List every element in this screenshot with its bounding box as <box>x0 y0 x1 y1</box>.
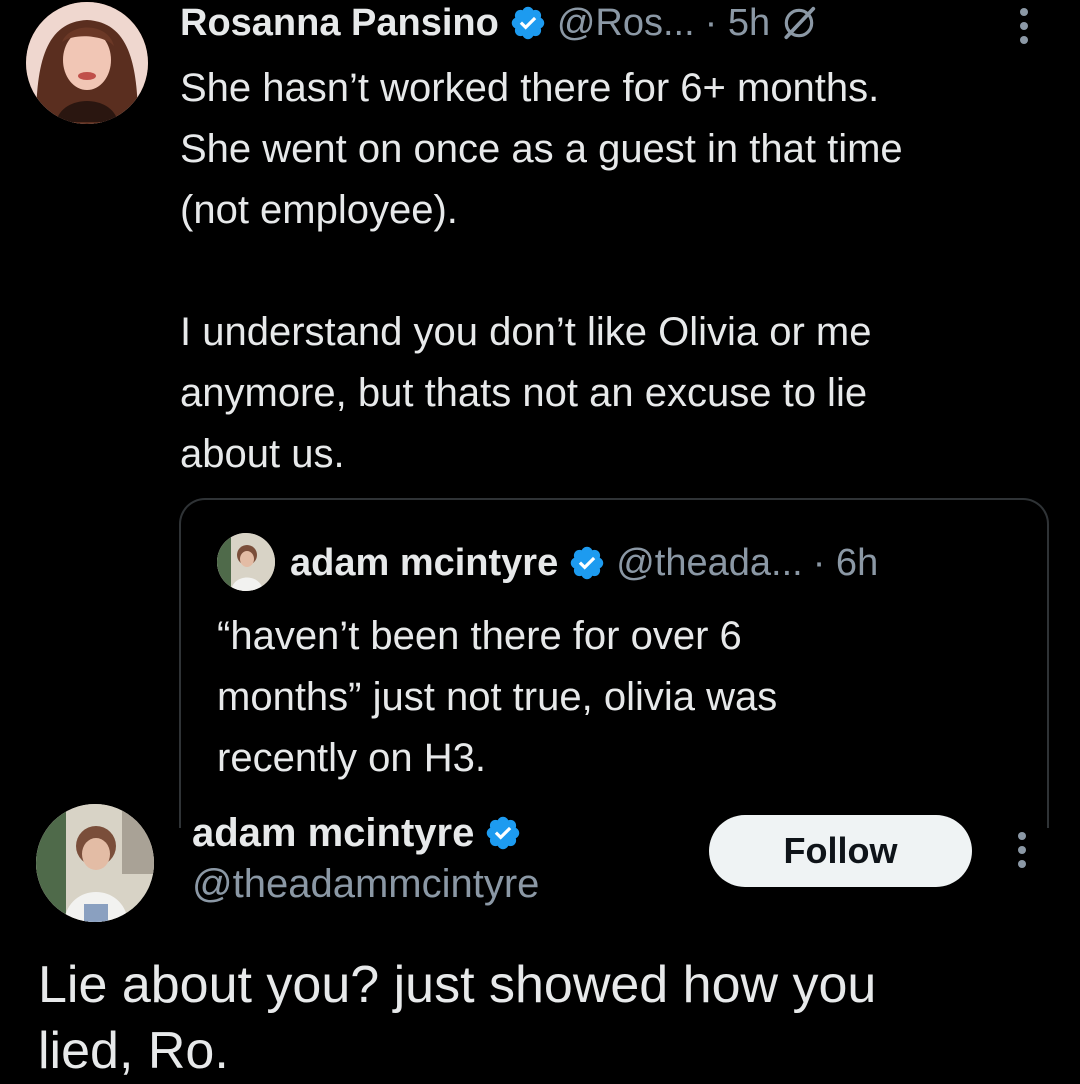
follow-button[interactable]: Follow <box>709 815 972 887</box>
reply-author-name[interactable]: adam mcintyre <box>192 811 474 856</box>
reply-author-handle[interactable]: @theadammcintyre <box>192 862 539 907</box>
reply-author-name-row: adam mcintyre <box>192 808 522 858</box>
verified-badge-icon <box>511 6 545 40</box>
quoted-author-avatar <box>217 533 275 591</box>
reply-tweet-text: Lie about you? just showed how you lied,… <box>38 956 877 1080</box>
parent-author-handle[interactable]: @Ros... <box>557 2 695 45</box>
quoted-tweet-text: “haven’t been there for over 6 months” j… <box>217 614 778 780</box>
parent-author-name[interactable]: Rosanna Pansino <box>180 2 499 45</box>
more-vertical-icon[interactable] <box>1006 4 1042 48</box>
quoted-tweet-header: adam mcintyre @theada... · 6h <box>290 538 878 588</box>
verified-badge-icon <box>571 546 604 580</box>
quoted-author-handle: @theada... <box>616 541 803 584</box>
reply-author-avatar[interactable] <box>36 804 154 922</box>
quoted-author-name: adam mcintyre <box>290 541 559 584</box>
more-vertical-icon[interactable] <box>1004 828 1040 872</box>
grok-icon[interactable] <box>780 4 818 42</box>
parent-tweet-time[interactable]: · 5h <box>705 2 770 45</box>
parent-tweet-header: Rosanna Pansino @Ros... · 5h <box>180 0 818 46</box>
parent-author-avatar[interactable] <box>26 2 148 124</box>
verified-badge-icon <box>487 816 520 850</box>
parent-tweet-text: She hasn’t worked there for 6+ months. S… <box>180 66 903 476</box>
quoted-tweet-time: · 6h <box>812 541 879 584</box>
